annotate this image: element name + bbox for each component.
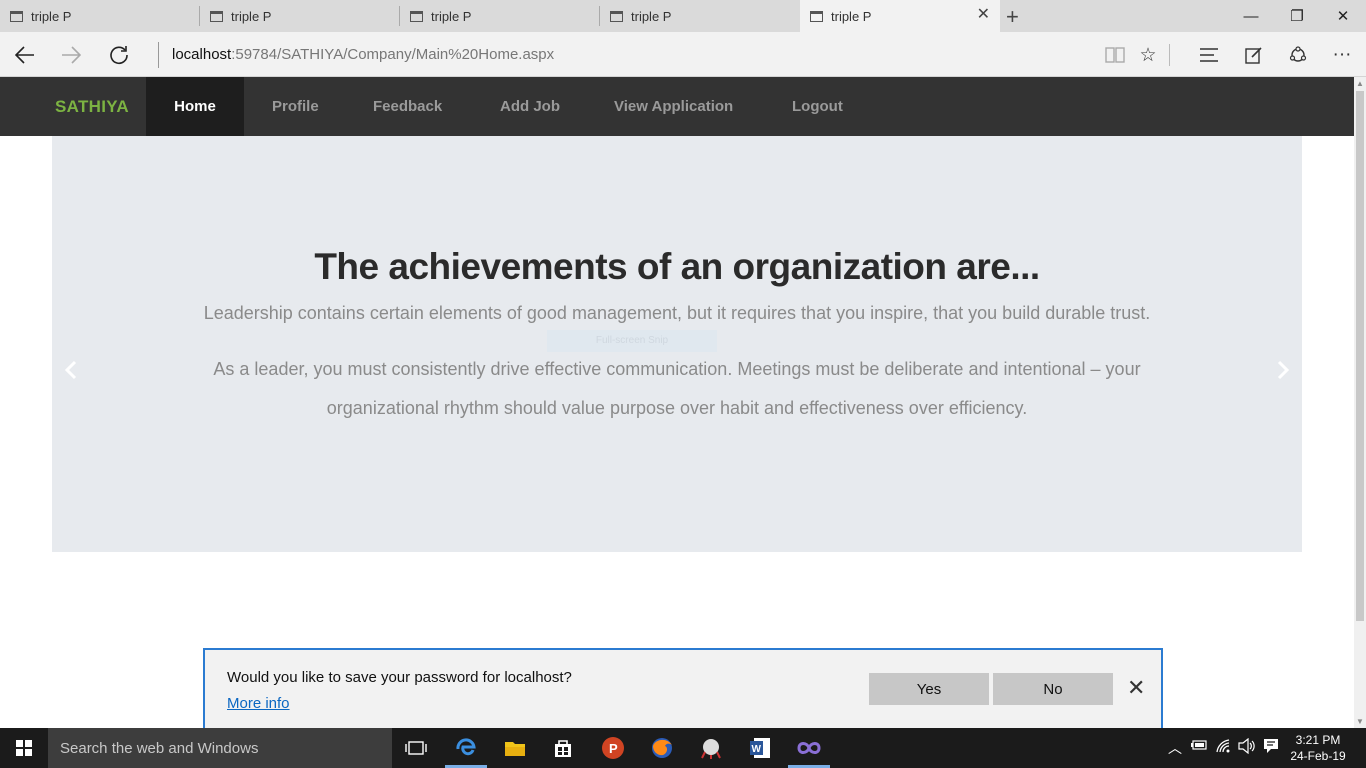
refresh-button[interactable] <box>104 40 134 70</box>
reading-view-icon[interactable] <box>1100 40 1130 70</box>
site-brand[interactable]: SATHIYA <box>55 97 129 117</box>
refresh-icon <box>110 46 128 65</box>
volume-icon[interactable] <box>1238 737 1256 757</box>
yes-button[interactable]: Yes <box>869 673 989 705</box>
back-button[interactable] <box>10 40 40 70</box>
hero-heading: The achievements of an organization are.… <box>314 246 1040 287</box>
battery-icon[interactable] <box>1190 738 1208 755</box>
browser-tab[interactable]: triple P <box>400 0 600 32</box>
tab-title: triple P <box>231 8 272 24</box>
scroll-down-icon[interactable]: ▼ <box>1356 717 1364 726</box>
prompt-question: Would you like to save your password for… <box>227 669 572 686</box>
nav-add-job[interactable]: Add Job <box>500 77 560 136</box>
carousel-next-icon[interactable] <box>1276 356 1290 387</box>
address-toolbar: localhost:59784/SATHIYA/Company/Main%20H… <box>0 32 1366 77</box>
nav-logout[interactable]: Logout <box>792 77 843 136</box>
back-arrow-icon <box>15 46 34 64</box>
nav-profile[interactable]: Profile <box>272 77 319 136</box>
page-icon <box>610 10 623 22</box>
page-icon <box>410 10 423 22</box>
site-navbar: SATHIYA Home Profile Feedback Add Job Vi… <box>0 77 1354 136</box>
page-icon <box>810 10 823 22</box>
store-icon[interactable] <box>549 734 577 762</box>
close-window-button[interactable]: ✕ <box>1320 0 1366 32</box>
forward-arrow-icon <box>62 46 81 64</box>
word-icon[interactable]: W <box>746 734 774 762</box>
forward-button[interactable] <box>56 40 86 70</box>
wifi-icon[interactable] <box>1215 738 1233 757</box>
nav-feedback[interactable]: Feedback <box>373 77 442 136</box>
minimize-button[interactable]: — <box>1228 0 1274 32</box>
visual-studio-icon[interactable] <box>795 734 823 762</box>
scroll-up-icon[interactable]: ▲ <box>1356 79 1364 88</box>
tab-title: triple P <box>831 8 872 24</box>
page-icon <box>10 10 23 22</box>
file-explorer-icon[interactable] <box>501 734 529 762</box>
more-options-icon[interactable]: ··· <box>1327 40 1357 70</box>
url-path: :59784/SATHIYA/Company/Main%20Home.aspx <box>231 46 555 63</box>
page-scrollbar[interactable]: ▲ ▼ <box>1354 77 1366 728</box>
show-hidden-icons-chevron-icon[interactable]: ︿ <box>1168 738 1182 758</box>
more-info-link[interactable]: More info <box>227 695 290 712</box>
windows-logo-icon <box>16 740 32 756</box>
address-field[interactable]: localhost:59784/SATHIYA/Company/Main%20H… <box>172 46 554 63</box>
taskbar-search-box[interactable]: Search the web and Windows <box>48 728 392 768</box>
share-icon[interactable] <box>1283 40 1313 70</box>
close-tab-icon[interactable]: ✕ <box>977 7 990 23</box>
app-icon[interactable] <box>697 734 725 762</box>
hero-paragraph-1: Leadership contains certain elements of … <box>203 303 1151 323</box>
url-host: localhost <box>172 46 232 63</box>
tab-title: triple P <box>631 8 672 24</box>
notifications-icon[interactable] <box>1263 738 1279 757</box>
clock-time: 3:21 PM <box>1295 733 1341 747</box>
hero-paragraph-2: As a leader, you must consistently drive… <box>213 359 1141 418</box>
taskbar: Search the web and Windows P W ︿ 3:21 PM <box>0 728 1366 768</box>
browser-tab[interactable]: triple P <box>0 0 200 32</box>
tab-title: triple P <box>31 8 72 24</box>
powerpoint-icon[interactable]: P <box>599 734 627 762</box>
system-clock[interactable]: 3:21 PM 24-Feb-19 <box>1290 732 1346 764</box>
toolbar-divider <box>1169 44 1170 66</box>
snip-overlay-label: Full-screen Snip <box>547 330 717 352</box>
nav-home[interactable]: Home <box>146 77 244 136</box>
firefox-icon[interactable] <box>648 734 676 762</box>
page-icon <box>210 10 223 22</box>
web-note-icon[interactable] <box>1239 40 1269 70</box>
browser-tab-bar: triple P triple P triple P triple P trip… <box>0 0 1366 32</box>
no-button[interactable]: No <box>993 673 1113 705</box>
save-password-prompt: Would you like to save your password for… <box>203 648 1163 728</box>
svg-text:P: P <box>609 741 618 756</box>
task-view-icon[interactable] <box>402 734 430 762</box>
carousel-prev-icon[interactable] <box>64 356 78 387</box>
browser-tab-active[interactable]: triple P ✕ <box>800 0 1000 32</box>
scroll-thumb[interactable] <box>1356 91 1364 621</box>
hub-icon[interactable] <box>1194 40 1224 70</box>
close-prompt-icon[interactable]: ✕ <box>1127 677 1145 699</box>
start-button[interactable] <box>0 728 48 768</box>
tab-title: triple P <box>431 8 472 24</box>
url-divider <box>158 42 159 68</box>
favorite-star-icon[interactable]: ☆ <box>1133 40 1163 70</box>
hero-carousel: The achievements of an organization are.… <box>52 136 1302 552</box>
edge-browser-icon[interactable] <box>452 734 480 762</box>
browser-tab[interactable]: triple P <box>200 0 400 32</box>
browser-tab[interactable]: triple P <box>600 0 800 32</box>
restore-button[interactable]: ❐ <box>1274 0 1320 32</box>
clock-date: 24-Feb-19 <box>1290 749 1346 763</box>
svg-text:W: W <box>752 744 762 755</box>
nav-view-application[interactable]: View Application <box>614 77 733 136</box>
new-tab-button[interactable]: + <box>1006 4 1019 30</box>
